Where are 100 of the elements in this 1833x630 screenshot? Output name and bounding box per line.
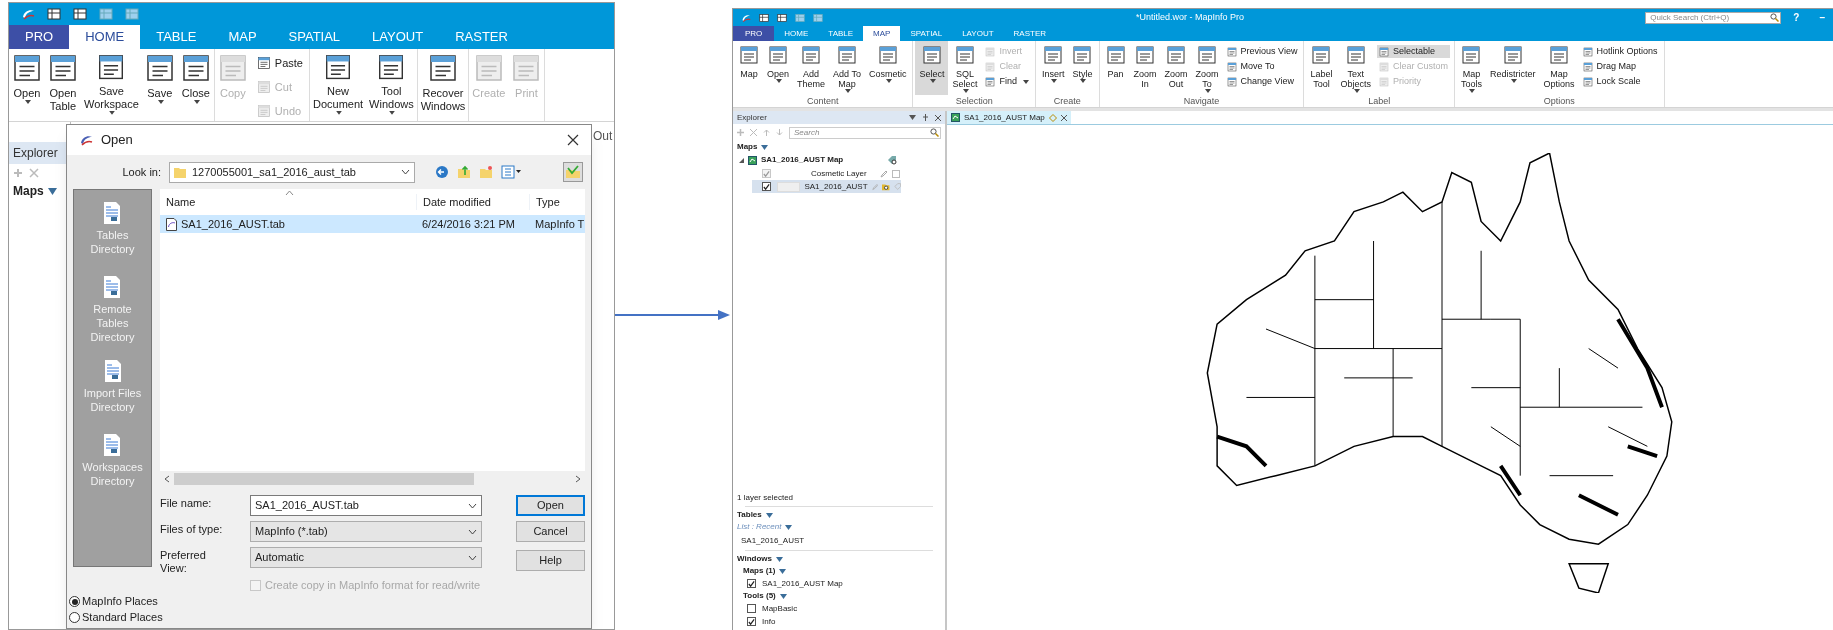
table-icon: [813, 12, 823, 23]
caret-icon: [885, 79, 892, 83]
ribbon-tab[interactable]: HOME: [69, 25, 141, 49]
ribbon-button[interactable]: Zoom To: [1191, 41, 1223, 95]
ribbon-button[interactable]: Tool Windows: [366, 49, 417, 115]
ribbon-button[interactable]: Move To: [1224, 60, 1300, 73]
checkbox[interactable]: [762, 182, 771, 191]
plus-icon: [13, 168, 23, 178]
ribbon-button[interactable]: Previous View: [1224, 45, 1300, 58]
caret-icon: [1510, 79, 1517, 83]
section-heading: Tables: [737, 509, 762, 521]
quick-search-field[interactable]: Quick Search (Ctrl+Q): [1645, 11, 1782, 24]
ribbon-button[interactable]: Hotlink Options: [1580, 45, 1660, 58]
checkbox[interactable]: [747, 617, 756, 626]
ribbon-button[interactable]: Add Theme: [793, 41, 830, 95]
ribbon-tab[interactable]: PRO: [733, 26, 775, 41]
checkbox[interactable]: [762, 169, 771, 178]
ribbon-button[interactable]: New Document: [309, 49, 367, 115]
ribbon-button[interactable]: Change View: [1224, 75, 1300, 88]
dropdown[interactable]: Automatic: [250, 547, 482, 568]
ribbon-button[interactable]: Pan: [1101, 41, 1130, 95]
table-item[interactable]: SA1_2016_AUST: [733, 533, 945, 548]
caret-icon: [1353, 89, 1360, 93]
ribbon-button[interactable]: Redistricter: [1486, 41, 1540, 95]
ribbon-button[interactable]: Open: [763, 41, 794, 95]
sort-caret-icon: [285, 190, 294, 195]
dialog-button[interactable]: Help: [516, 550, 585, 571]
ribbon-button[interactable]: Lock Scale: [1580, 75, 1660, 88]
dropdown[interactable]: MapInfo (*.tab): [250, 521, 482, 542]
ribbon-button[interactable]: Recover Windows: [417, 49, 469, 115]
group-label: Out: [593, 128, 613, 145]
ribbon-button[interactable]: Insert: [1037, 41, 1069, 95]
file-name-field[interactable]: SA1_2016_AUST.tab: [250, 495, 482, 516]
window-icon: [1582, 61, 1593, 72]
ribbon-button[interactable]: Close: [177, 49, 214, 115]
ribbon-button[interactable]: Zoom Out: [1160, 41, 1192, 95]
column-header[interactable]: Type: [529, 193, 585, 211]
logo-icon: [741, 12, 751, 23]
map-icon: [951, 113, 960, 122]
caret-icon: [844, 89, 851, 93]
ribbon-button[interactable]: Drag Map: [1580, 60, 1660, 73]
ribbon-button[interactable]: Selectable: [1376, 45, 1450, 58]
ribbon-button[interactable]: Map Options: [1539, 41, 1579, 95]
dialog-button[interactable]: Open: [516, 495, 585, 516]
ribbon-button[interactable]: SQL Select: [948, 41, 982, 95]
search-field[interactable]: Search: [789, 126, 941, 139]
window-icon: [144, 53, 175, 83]
ribbon-button[interactable]: Text Objects: [1336, 41, 1375, 95]
window-icon: [985, 61, 996, 72]
view-menu-icon: [501, 165, 521, 179]
radio-button[interactable]: [69, 612, 80, 623]
window-icon: [1378, 61, 1389, 72]
caret-icon: [1022, 79, 1029, 84]
triangle-icon: [47, 187, 57, 195]
ribbon-button[interactable]: Open: [9, 49, 45, 115]
radio-button[interactable]: [69, 596, 80, 607]
ribbon-button[interactable]: Map Tools: [1457, 41, 1486, 95]
ribbon-button[interactable]: Add To Map: [829, 41, 865, 95]
status-text: 1 layer selected: [736, 492, 795, 504]
checkbox-label: Create copy in MapInfo format for read/write: [265, 578, 481, 593]
window-icon: [1461, 45, 1482, 65]
ribbon-button[interactable]: Save: [141, 49, 178, 115]
ribbon-button[interactable]: Style: [1068, 41, 1097, 95]
layer-swatch: [777, 181, 801, 192]
checkbox[interactable]: [747, 604, 756, 613]
ribbon-tab[interactable]: PRO: [9, 25, 70, 49]
ribbon-button[interactable]: Select: [915, 41, 949, 95]
document-icon: [104, 434, 121, 456]
ribbon-button[interactable]: Open Table: [45, 49, 81, 115]
ribbon-button[interactable]: Find: [983, 75, 1031, 88]
checkbox[interactable]: [747, 579, 756, 588]
group-heading: Tools (5): [743, 590, 776, 602]
ribbon-button[interactable]: Zoom In: [1129, 41, 1161, 95]
triangle-icon: [761, 144, 769, 150]
ribbon-button[interactable]: Cosmetic: [864, 41, 911, 95]
group-heading: Maps (1): [743, 565, 776, 577]
document-icon: [104, 276, 121, 298]
file-row[interactable]: SA1_2016_AUST.tab 6/24/2016 3:21 PM MapInfo T: [160, 215, 585, 233]
table-cell-text: 6/24/2016 3:21 PM: [421, 216, 516, 232]
ribbon-button[interactable]: Map: [735, 41, 763, 95]
window-icon: [12, 53, 42, 83]
column-header[interactable]: Date modified: [416, 193, 529, 211]
plus-icon: [737, 129, 744, 136]
layer-row[interactable]: SA1_2016_AUST: [752, 180, 901, 193]
ribbon-button[interactable]: Label Tool: [1306, 41, 1337, 95]
layer-row[interactable]: Cosmetic Layer: [752, 167, 901, 180]
column-header[interactable]: Name: [160, 193, 416, 211]
tree-item[interactable]: SA1_2016_AUST Map: [733, 153, 945, 167]
section-heading: Maps: [13, 183, 44, 200]
dialog-button[interactable]: Cancel: [516, 521, 585, 542]
document-tab[interactable]: SA1_2016_AUST Map: [947, 111, 1071, 124]
ribbon-button[interactable]: Paste: [254, 53, 305, 73]
caret-icon: [929, 79, 936, 83]
window-icon: [954, 45, 975, 65]
radio-option[interactable]: MapInfo Places: [69, 593, 589, 610]
look-in-dropdown[interactable]: 1270055001_sa1_2016_aust_tab: [169, 161, 415, 183]
radio-option[interactable]: Standard Places: [69, 609, 589, 626]
ribbon-tab[interactable]: MAP: [863, 26, 901, 41]
list-filter[interactable]: List : Recent: [733, 521, 945, 533]
ribbon-button[interactable]: Save Workspace: [81, 49, 142, 115]
